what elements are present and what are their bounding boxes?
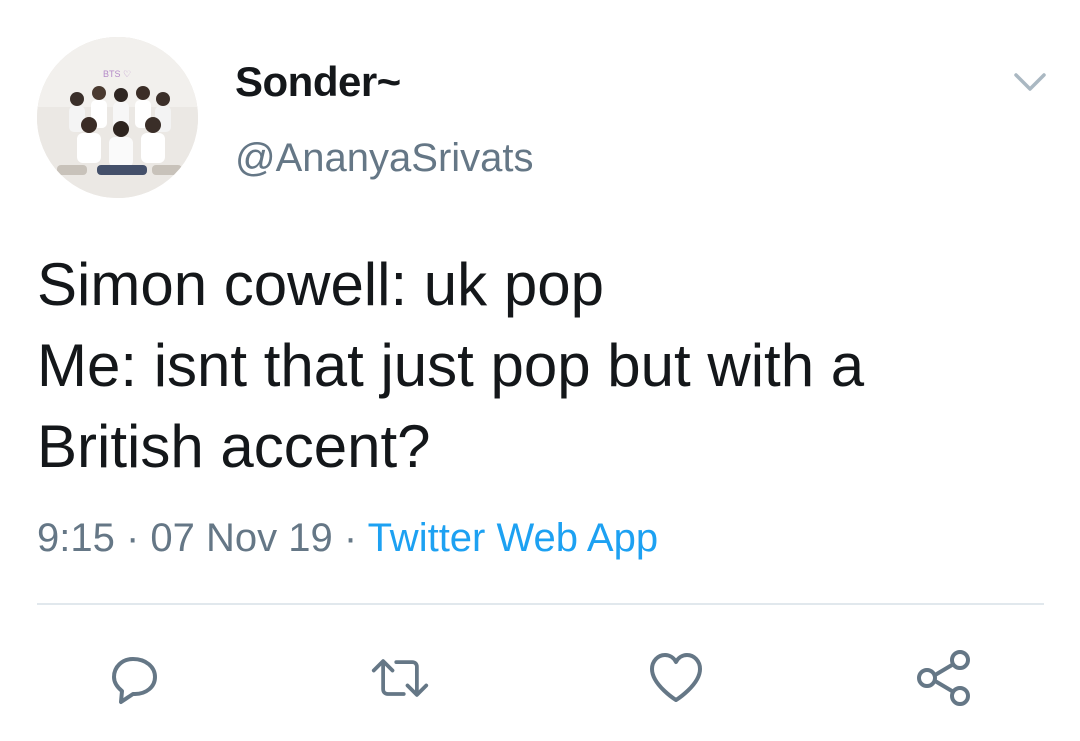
heart-icon [650,653,702,702]
tweet-source-link[interactable]: Twitter Web App [368,516,659,560]
tweet-time: 9:15 [37,516,115,560]
tweet-text-line: Me: isnt that just pop but with a [37,332,865,399]
reply-button[interactable] [105,648,165,708]
retweet-button[interactable] [370,648,430,708]
like-button[interactable] [646,648,706,708]
tweet-text-line: British accent? [37,413,431,480]
reply-icon [112,657,157,704]
avatar-image: BTS ♡ [37,37,198,198]
meta-separator: · [114,516,151,560]
meta-separator: · [332,516,368,560]
chevron-down-icon[interactable] [1010,62,1050,102]
tweet-meta: 9:15 · 07 Nov 19 · Twitter Web App [37,513,658,563]
user-handle[interactable]: @AnanyaSrivats [235,134,534,182]
retweet-icon [371,659,429,697]
display-name[interactable]: Sonder~ [235,56,401,108]
tweet-text: Simon cowell: uk pop Me: isnt that just … [37,244,1047,487]
tweet-text-line: Simon cowell: uk pop [37,251,604,318]
share-icon [917,650,970,706]
divider [37,603,1044,605]
share-button[interactable] [914,648,974,708]
avatar-logo-text: BTS ♡ [103,69,131,79]
tweet-date: 07 Nov 19 [150,516,333,560]
avatar[interactable]: BTS ♡ [37,37,198,198]
